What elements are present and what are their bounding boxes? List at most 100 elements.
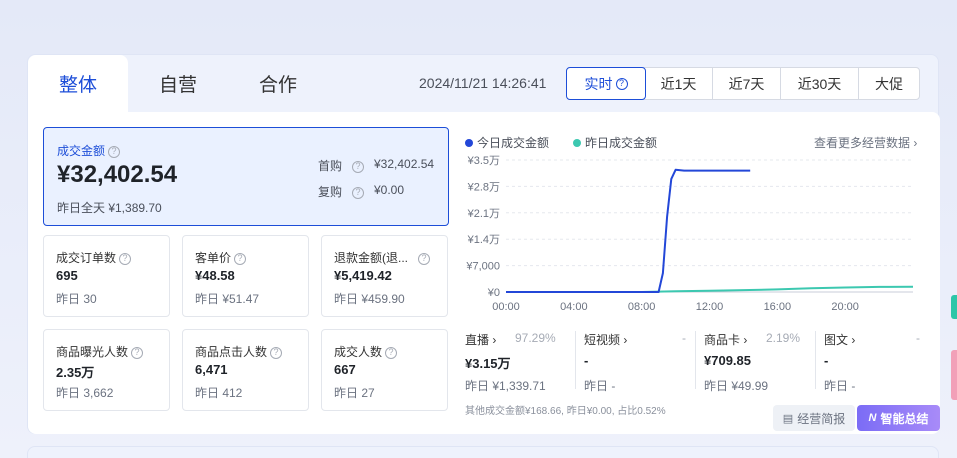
range-realtime[interactable]: 实时? — [566, 67, 646, 100]
channel-value: - — [584, 353, 589, 368]
channel-pct: 2.19% — [766, 331, 801, 345]
card-value: 695 — [56, 268, 78, 283]
card-title: 商品曝光人数 — [56, 345, 129, 359]
x-tick-label: 08:00 — [628, 301, 656, 313]
channel-value: ¥3.15万 — [465, 356, 511, 371]
channel-value: ¥709.85 — [704, 353, 751, 368]
x-tick-label: 00:00 — [492, 301, 520, 313]
help-icon[interactable]: ? — [108, 145, 121, 158]
y-tick-label: ¥2.1万 — [467, 208, 500, 220]
business-brief-button[interactable]: ▤ 经营简报 — [773, 405, 855, 431]
metric-card-buyers[interactable]: 成交人数? 667 昨日 27 — [321, 329, 448, 411]
tab-bar: 整体 自营 合作 — [28, 55, 328, 112]
ai-summary-button[interactable]: N 智能总结 — [857, 405, 940, 431]
card-value: 667 — [334, 362, 356, 377]
card-yesterday: 昨日 30 — [56, 292, 97, 306]
card-title: 商品点击人数 — [195, 345, 268, 359]
x-tick-label: 16:00 — [764, 301, 792, 313]
gmv-value: ¥32,402.54 — [57, 161, 178, 188]
y-tick-label: ¥2.8万 — [467, 181, 500, 193]
range-promo[interactable]: 大促 — [859, 68, 919, 99]
channel-live[interactable]: 直播 › 97.29% ¥3.15万 昨日 ¥1,339.71 — [465, 327, 575, 395]
help-icon[interactable]: ? — [119, 252, 132, 265]
divider — [695, 331, 696, 389]
card-title: 退款金额(退... — [334, 251, 408, 265]
tab-self-operated[interactable]: 自营 — [128, 55, 228, 112]
y-tick-label: ¥0 — [487, 287, 500, 299]
range-realtime-label: 实时 — [584, 75, 613, 92]
metric-card-aov[interactable]: 客单价? ¥48.58 昨日 ¥51.47 — [182, 235, 309, 317]
help-icon[interactable]: ? — [615, 77, 628, 90]
card-value: ¥48.58 — [195, 268, 235, 283]
card-title: 成交订单数 — [56, 251, 117, 265]
x-tick-label: 12:00 — [696, 301, 724, 313]
channel-image-text[interactable]: 图文 › - - 昨日 - — [824, 327, 934, 395]
legend-dot-yesterday — [573, 139, 582, 147]
y-tick-label: ¥3.5万 — [467, 155, 500, 167]
channel-name: 图文 › — [824, 333, 856, 347]
tab-overall[interactable]: 整体 — [28, 55, 128, 112]
card-value: 2.35万 — [56, 365, 95, 380]
help-icon[interactable]: ? — [385, 346, 398, 359]
y-tick-label: ¥7,000 — [465, 261, 500, 273]
ai-logo-icon: N — [868, 412, 877, 424]
gmv-title: 成交金额? — [57, 142, 121, 159]
card-yesterday: 昨日 412 — [195, 386, 243, 400]
time-range-selector: 实时? 近1天 近7天 近30天 大促 — [566, 67, 920, 100]
legend-today[interactable]: 今日成交金额 — [465, 134, 549, 151]
card-yesterday: 昨日 ¥51.47 — [195, 292, 260, 306]
gmv-line-chart: ¥0 ¥7,000 ¥1.4万 ¥2.1万 ¥2.8万 ¥3.5万 00:00 04:00 08… — [465, 155, 914, 313]
side-tab-accent[interactable] — [951, 350, 957, 400]
metric-card-clicks[interactable]: 商品点击人数? 6,471 昨日 412 — [182, 329, 309, 411]
more-data-link[interactable]: 查看更多经营数据 › — [814, 134, 917, 151]
metric-card-orders[interactable]: 成交订单数? 695 昨日 30 — [43, 235, 170, 317]
y-tick-label: ¥1.4万 — [467, 234, 500, 246]
help-icon[interactable]: ? — [352, 160, 365, 173]
repeat-purchase: 复购? ¥0.00 — [318, 183, 405, 199]
legend-yesterday[interactable]: 昨日成交金额 — [573, 134, 657, 151]
help-icon[interactable]: ? — [418, 252, 430, 265]
x-tick-label: 20:00 — [831, 301, 859, 313]
channel-name: 商品卡 › — [704, 333, 748, 347]
card-yesterday: 昨日 27 — [334, 386, 375, 400]
current-datetime: 2024/11/21 14:26:41 — [419, 75, 547, 91]
series-line-today — [506, 168, 751, 293]
chart-legend: 今日成交金额 昨日成交金额 — [465, 134, 657, 151]
channel-pct: 97.29% — [515, 331, 556, 345]
help-icon[interactable]: ? — [352, 186, 365, 199]
channel-yesterday: 昨日 ¥49.99 — [704, 379, 769, 393]
channel-yesterday: 昨日 ¥1,339.71 — [465, 379, 546, 393]
other-gmv-note: 其他成交金额¥168.66, 昨日¥0.00, 占比0.52% — [465, 406, 666, 417]
metric-card-refund[interactable]: 退款金额(退...? ¥5,419.42 昨日 ¥459.90 — [321, 235, 448, 317]
channel-metrics: 直播 › 97.29% ¥3.15万 昨日 ¥1,339.71 短视频 › - … — [465, 327, 925, 397]
help-icon[interactable]: ? — [234, 252, 247, 265]
card-title: 客单价 — [195, 251, 232, 265]
range-30d[interactable]: 近30天 — [781, 68, 859, 99]
help-icon[interactable]: ? — [270, 346, 283, 359]
next-panel-edge — [27, 446, 939, 458]
channel-name: 直播 › — [465, 333, 497, 347]
document-icon: ▤ — [782, 412, 794, 425]
card-value: ¥5,419.42 — [334, 268, 392, 283]
metric-card-exposure[interactable]: 商品曝光人数? 2.35万 昨日 3,662 — [43, 329, 170, 411]
gmv-card[interactable]: 成交金额? ¥32,402.54 昨日全天 ¥1,389.70 首购? ¥32,… — [43, 127, 449, 226]
divider — [815, 331, 816, 389]
side-tab-accent[interactable] — [951, 295, 957, 319]
channel-name: 短视频 › — [584, 333, 628, 347]
channel-pct: - — [682, 331, 686, 345]
dashboard-panel: 整体 自营 合作 2024/11/21 14:26:41 实时? 近1天 近7天… — [27, 54, 940, 434]
content-area: 成交金额? ¥32,402.54 昨日全天 ¥1,389.70 首购? ¥32,… — [28, 112, 940, 434]
channel-product-card[interactable]: 商品卡 › 2.19% ¥709.85 昨日 ¥49.99 — [704, 327, 814, 395]
help-icon[interactable]: ? — [131, 346, 144, 359]
legend-dot-today — [465, 139, 473, 147]
x-tick-label: 04:00 — [560, 301, 588, 313]
channel-yesterday: 昨日 - — [824, 379, 856, 393]
channel-value: - — [824, 353, 829, 368]
range-1d[interactable]: 近1天 — [645, 68, 713, 99]
range-7d[interactable]: 近7天 — [713, 68, 781, 99]
first-purchase: 首购? ¥32,402.54 — [318, 157, 435, 173]
tab-cooperation[interactable]: 合作 — [228, 55, 328, 112]
first-purchase-value: ¥32,402.54 — [374, 157, 435, 171]
channel-short-video[interactable]: 短视频 › - - 昨日 - — [584, 327, 694, 395]
channel-yesterday: 昨日 - — [584, 379, 616, 393]
